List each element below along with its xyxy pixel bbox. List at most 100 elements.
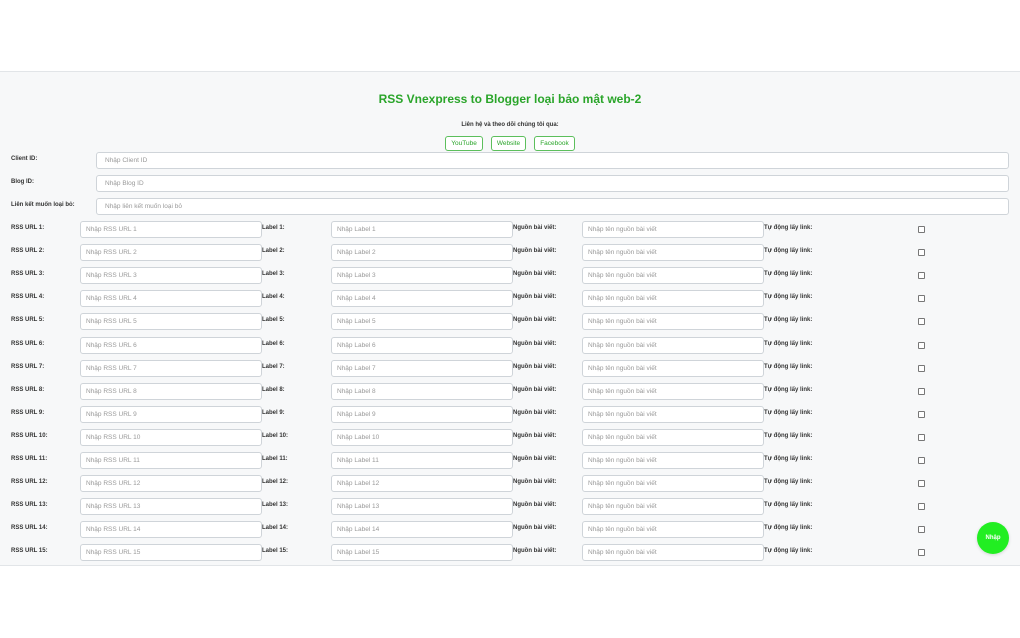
rss-url-input[interactable]: Nhập RSS URL 1 <box>80 221 262 238</box>
rss-url-input[interactable]: Nhập RSS URL 15 <box>80 544 262 562</box>
rss-url-label: RSS URL 5: <box>11 317 45 324</box>
auto-link-label: Tự động lấy link: <box>764 225 813 231</box>
rss-url-input[interactable]: Nhập RSS URL 6 <box>80 336 262 354</box>
auto-link-checkbox[interactable] <box>918 480 925 488</box>
source-input[interactable]: Nhập tên nguồn bài viết <box>582 221 764 238</box>
auto-link-label: Tự động lấy link: <box>764 294 813 301</box>
rss-url-label: RSS URL 14: <box>11 525 48 532</box>
rss-url-input[interactable]: Nhập RSS URL 8 <box>80 382 262 400</box>
source-input[interactable]: Nhập tên nguồn bài viết <box>582 428 764 446</box>
source-input[interactable]: Nhập tên nguồn bài viết <box>582 544 764 562</box>
rss-url-input[interactable]: Nhập RSS URL 14 <box>80 521 262 539</box>
label-label: Label 11: <box>262 456 288 462</box>
rss-url-input[interactable]: Nhập RSS URL 7 <box>80 359 262 377</box>
blog-id-row: Blog ID: Nhập Blog ID <box>0 175 1020 192</box>
source-label: Nguồn bài viết: <box>513 386 557 393</box>
source-input[interactable]: Nhập tên nguồn bài viết <box>582 382 764 400</box>
auto-link-checkbox[interactable] <box>918 272 925 280</box>
auto-link-checkbox[interactable] <box>918 249 925 257</box>
blog-id-input[interactable]: Nhập Blog ID <box>96 175 1009 192</box>
auto-link-checkbox[interactable] <box>918 364 925 372</box>
source-input[interactable]: Nhập tên nguồn bài viết <box>582 244 764 262</box>
rss-url-label: RSS URL 11: <box>11 456 48 462</box>
rss-row: RSS URL 15: Nhập RSS URL 15 Label 15: Nhập … <box>0 544 1020 562</box>
label-input[interactable]: Nhập Label 6 <box>331 336 513 354</box>
auto-link-checkbox[interactable] <box>918 226 925 233</box>
label-input[interactable]: Nhập Label 15 <box>331 544 513 562</box>
website-link[interactable]: Website <box>490 136 527 151</box>
label-input[interactable]: Nhập Label 14 <box>331 521 513 539</box>
blog-id-label: Blog ID: <box>11 179 34 185</box>
auto-link-checkbox[interactable] <box>918 457 925 464</box>
source-input[interactable]: Nhập tên nguồn bài viết <box>582 498 764 516</box>
client-id-input[interactable]: Nhập Client ID <box>96 152 1009 169</box>
source-input[interactable]: Nhập tên nguồn bài viết <box>582 267 764 285</box>
youtube-link[interactable]: YouTube <box>445 136 483 151</box>
facebook-link[interactable]: Facebook <box>534 136 575 151</box>
source-input[interactable]: Nhập tên nguồn bài viết <box>582 290 764 308</box>
label-input[interactable]: Nhập Label 10 <box>331 428 513 446</box>
source-input[interactable]: Nhập tên nguồn bài viết <box>582 405 764 423</box>
rss-url-label: RSS URL 12: <box>11 479 48 486</box>
auto-link-checkbox[interactable] <box>918 433 925 441</box>
label-input[interactable]: Nhập Label 7 <box>331 359 513 377</box>
auto-link-label: Tự động lấy link: <box>764 340 813 347</box>
auto-link-checkbox[interactable] <box>918 503 925 511</box>
rss-url-label: RSS URL 7: <box>11 363 45 370</box>
label-input[interactable]: Nhập Label 5 <box>331 313 513 331</box>
rss-url-input[interactable]: Nhập RSS URL 10 <box>80 428 262 446</box>
rss-url-label: RSS URL 13: <box>11 502 48 509</box>
source-label: Nguồn bài viết: <box>513 363 557 370</box>
social-links: YouTube Website Facebook <box>0 136 1020 151</box>
auto-link-checkbox[interactable] <box>918 318 925 326</box>
rss-row: RSS URL 14: Nhập RSS URL 14 Label 14: Nhập … <box>0 521 1020 539</box>
rss-url-label: RSS URL 8: <box>11 386 45 393</box>
source-label: Nguồn bài viết: <box>513 317 557 324</box>
rss-row: RSS URL 3: Nhập RSS URL 3 Label 3: Nhập Lab… <box>0 267 1020 285</box>
label-input[interactable]: Nhập Label 1 <box>331 221 513 238</box>
label-label: Label 6: <box>262 340 285 347</box>
auto-link-label: Tự động lấy link: <box>764 271 813 278</box>
auto-link-checkbox[interactable] <box>918 341 925 349</box>
source-input[interactable]: Nhập tên nguồn bài viết <box>582 475 764 493</box>
auto-link-checkbox[interactable] <box>918 549 925 557</box>
submit-button[interactable]: Nhập <box>977 522 1009 554</box>
label-input[interactable]: Nhập Label 11 <box>331 452 513 469</box>
auto-link-label: Tự động lấy link: <box>764 456 813 462</box>
source-input[interactable]: Nhập tên nguồn bài viết <box>582 521 764 539</box>
auto-link-label: Tự động lấy link: <box>764 432 813 439</box>
rss-url-input[interactable]: Nhập RSS URL 4 <box>80 290 262 308</box>
rss-url-input[interactable]: Nhập RSS URL 2 <box>80 244 262 262</box>
label-label: Label 13: <box>262 502 289 509</box>
rss-url-input[interactable]: Nhập RSS URL 11 <box>80 452 262 469</box>
source-input[interactable]: Nhập tên nguồn bài viết <box>582 336 764 354</box>
auto-link-checkbox[interactable] <box>918 410 925 418</box>
exclude-link-input[interactable]: Nhập liên kết muốn loại bỏ <box>96 198 1009 215</box>
label-input[interactable]: Nhập Label 3 <box>331 267 513 285</box>
label-label: Label 4: <box>262 294 285 301</box>
rss-url-input[interactable]: Nhập RSS URL 3 <box>80 267 262 285</box>
auto-link-checkbox[interactable] <box>918 295 925 303</box>
source-input[interactable]: Nhập tên nguồn bài viết <box>582 359 764 377</box>
source-input[interactable]: Nhập tên nguồn bài viết <box>582 452 764 469</box>
source-input[interactable]: Nhập tên nguồn bài viết <box>582 313 764 331</box>
rss-url-input[interactable]: Nhập RSS URL 9 <box>80 405 262 423</box>
label-label: Label 9: <box>262 409 285 416</box>
label-input[interactable]: Nhập Label 4 <box>331 290 513 308</box>
rss-url-input[interactable]: Nhập RSS URL 12 <box>80 475 262 493</box>
auto-link-checkbox[interactable] <box>918 387 925 395</box>
label-input[interactable]: Nhập Label 9 <box>331 405 513 423</box>
label-input[interactable]: Nhập Label 13 <box>331 498 513 516</box>
label-input[interactable]: Nhập Label 2 <box>331 244 513 262</box>
auto-link-label: Tự động lấy link: <box>764 409 813 416</box>
rss-url-input[interactable]: Nhập RSS URL 5 <box>80 313 262 331</box>
label-input[interactable]: Nhập Label 12 <box>331 475 513 493</box>
source-label: Nguồn bài viết: <box>513 409 557 416</box>
label-input[interactable]: Nhập Label 8 <box>331 382 513 400</box>
auto-link-checkbox[interactable] <box>918 526 925 534</box>
rss-row: RSS URL 12: Nhập RSS URL 12 Label 12: Nhập … <box>0 475 1020 493</box>
rss-row: RSS URL 5: Nhập RSS URL 5 Label 5: Nhập Lab… <box>0 313 1020 331</box>
rss-url-input[interactable]: Nhập RSS URL 13 <box>80 498 262 516</box>
auto-link-label: Tự động lấy link: <box>764 479 813 486</box>
auto-link-label: Tự động lấy link: <box>764 317 813 324</box>
